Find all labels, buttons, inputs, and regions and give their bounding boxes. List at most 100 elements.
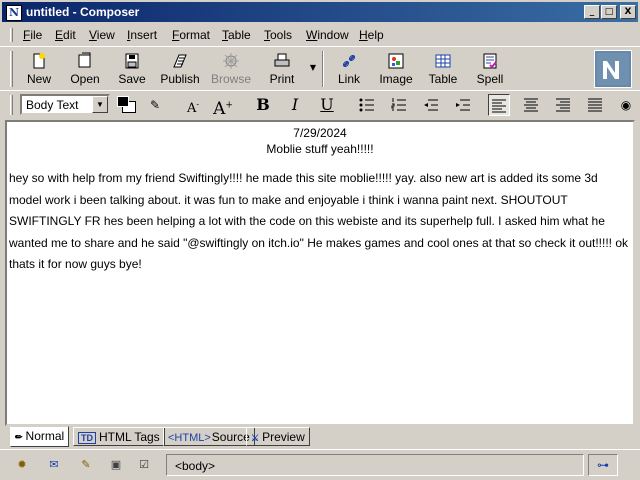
more-format-button[interactable]: ◉ bbox=[616, 94, 636, 116]
pencil-icon: ✏ bbox=[15, 432, 23, 442]
im-icon[interactable]: ☑ bbox=[134, 458, 154, 474]
format-toolbar-grip[interactable] bbox=[10, 95, 13, 115]
close-button[interactable]: X bbox=[620, 5, 636, 19]
netscape-logo-icon bbox=[597, 53, 629, 85]
browse-button[interactable]: Browse bbox=[207, 49, 255, 89]
new-label: New bbox=[26, 72, 51, 86]
save-button[interactable]: Save bbox=[108, 49, 156, 89]
minimize-button[interactable]: _ bbox=[584, 5, 600, 19]
bullet-list-button[interactable] bbox=[356, 94, 378, 116]
tab-normal[interactable]: ✏ Normal bbox=[10, 426, 70, 447]
open-label: Open bbox=[70, 72, 100, 86]
app-icon[interactable]: N bbox=[6, 5, 22, 21]
status-bar: ✹ ✉ ✎ ▣ ☑ <body> ⊶ bbox=[0, 449, 640, 480]
menu-edit[interactable]: Edit bbox=[55, 28, 76, 42]
numbered-list-button[interactable] bbox=[388, 94, 410, 116]
menu-view[interactable]: View bbox=[89, 28, 115, 42]
link-label: Link bbox=[337, 72, 360, 86]
spell-label: Spell bbox=[476, 72, 504, 86]
indent-button[interactable] bbox=[452, 94, 474, 116]
menu-table[interactable]: Table bbox=[222, 28, 251, 42]
tab-html-tags[interactable]: TD HTML Tags bbox=[73, 427, 165, 446]
preview-icon: ⚔ bbox=[251, 433, 260, 443]
link-button[interactable]: Link bbox=[325, 49, 373, 89]
element-path[interactable]: <body> bbox=[166, 454, 584, 476]
underline-button[interactable]: U bbox=[316, 94, 338, 116]
paragraph-style-select[interactable]: Body Text ▼ bbox=[20, 94, 110, 115]
publish-button[interactable]: Publish bbox=[156, 49, 204, 89]
html-source-icon: <HTML> bbox=[168, 432, 211, 444]
editor-area[interactable]: 7/29/2024 Moblie stuff yeah!!!!! hey so … bbox=[5, 120, 635, 426]
edit-mode-tabs: ✏ Normal TD HTML Tags <HTML>Source ⚔ Previe… bbox=[0, 426, 640, 448]
align-center-icon bbox=[524, 98, 538, 112]
italic-button[interactable]: I bbox=[284, 94, 306, 116]
italic-icon: I bbox=[291, 95, 299, 114]
maximize-button[interactable]: □ bbox=[601, 5, 617, 19]
outdent-button[interactable] bbox=[420, 94, 442, 116]
menu-help[interactable]: Help bbox=[359, 28, 384, 42]
composition-toolbar: New Open Save Publish Browse Print ▼ Lin… bbox=[0, 46, 640, 90]
align-center-button[interactable] bbox=[520, 94, 542, 116]
browse-icon bbox=[223, 53, 239, 69]
align-left-icon bbox=[492, 99, 506, 113]
document-date: 7/29/2024 bbox=[293, 126, 347, 140]
paragraph-style-value: Body Text bbox=[26, 98, 79, 112]
image-label: Image bbox=[379, 72, 413, 86]
image-icon bbox=[388, 53, 404, 69]
font-smaller-button[interactable]: A- bbox=[182, 94, 204, 116]
new-button[interactable]: New bbox=[15, 49, 63, 89]
link-icon bbox=[342, 54, 356, 68]
menu-grip[interactable] bbox=[10, 28, 13, 42]
menu-window[interactable]: Window bbox=[306, 28, 349, 42]
text-color-swatch bbox=[117, 96, 129, 107]
indent-icon bbox=[456, 99, 470, 111]
bold-button[interactable]: B bbox=[252, 94, 274, 116]
table-label: Table bbox=[428, 72, 458, 86]
menu-file[interactable]: File bbox=[23, 28, 42, 42]
open-icon bbox=[78, 52, 91, 68]
save-disk-icon bbox=[125, 53, 139, 69]
document-body: hey so with help from my friend Swifting… bbox=[9, 171, 629, 271]
bold-icon: B bbox=[256, 95, 270, 114]
tab-preview-label: Preview bbox=[262, 430, 305, 444]
justify-icon bbox=[588, 98, 602, 112]
title-bar: N untitled - Composer _ □ X bbox=[0, 0, 640, 24]
tab-source[interactable]: <HTML>Source bbox=[163, 427, 255, 446]
document-subtitle: Moblie stuff yeah!!!!! bbox=[266, 142, 374, 156]
toolbar-grip[interactable] bbox=[10, 51, 13, 87]
bullet-list-icon bbox=[359, 98, 374, 112]
font-larger-icon: A+ bbox=[213, 98, 233, 119]
address-book-icon[interactable]: ▣ bbox=[106, 458, 126, 474]
table-icon bbox=[435, 54, 451, 68]
menu-format[interactable]: Format bbox=[172, 28, 210, 42]
text-color-picker[interactable] bbox=[116, 95, 138, 115]
table-button[interactable]: Table bbox=[419, 49, 467, 89]
tab-normal-label: Normal bbox=[25, 429, 65, 443]
print-dropdown-icon[interactable]: ▼ bbox=[308, 63, 318, 73]
image-button[interactable]: Image bbox=[372, 49, 420, 89]
align-left-button[interactable] bbox=[488, 94, 510, 116]
mail-icon[interactable]: ✉ bbox=[44, 458, 64, 474]
spell-button[interactable]: Spell bbox=[466, 49, 514, 89]
tab-preview[interactable]: ⚔ Preview bbox=[246, 427, 310, 446]
html-tags-icon: TD bbox=[78, 432, 96, 444]
justify-button[interactable] bbox=[584, 94, 606, 116]
chevron-down-icon: ▼ bbox=[92, 96, 108, 113]
save-label: Save bbox=[118, 72, 146, 86]
netscape-logo[interactable] bbox=[594, 50, 632, 88]
new-page-icon bbox=[33, 53, 45, 69]
font-smaller-icon: A- bbox=[186, 100, 200, 117]
menu-tools[interactable]: Tools bbox=[264, 28, 292, 42]
tab-html-tags-label: HTML Tags bbox=[99, 430, 160, 444]
browse-label: Browse bbox=[210, 72, 251, 86]
navigator-icon[interactable]: ✹ bbox=[12, 458, 32, 474]
highlight-button[interactable]: ✎ bbox=[144, 94, 166, 116]
font-larger-button[interactable]: A+ bbox=[212, 94, 234, 119]
align-right-button[interactable] bbox=[552, 94, 574, 116]
menu-insert[interactable]: Insert bbox=[127, 28, 157, 42]
print-button[interactable]: Print bbox=[258, 49, 306, 89]
toolbar-separator bbox=[322, 51, 324, 87]
connection-status-icon[interactable]: ⊶ bbox=[588, 454, 618, 476]
composer-icon[interactable]: ✎ bbox=[76, 458, 96, 474]
open-button[interactable]: Open bbox=[61, 49, 109, 89]
